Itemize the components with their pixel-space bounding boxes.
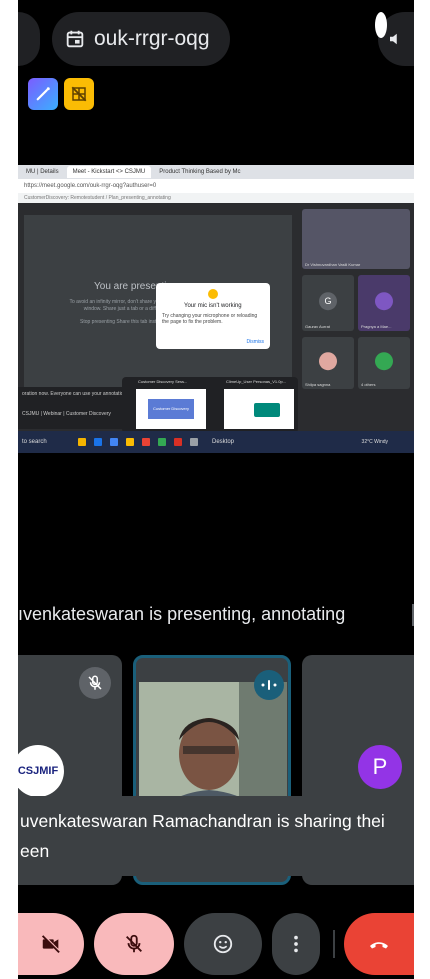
tile-name: 4 others <box>361 382 376 387</box>
effects-button[interactable] <box>28 78 58 110</box>
thumb-title: ClimeUp_User Personas_V1.0p... <box>226 379 287 384</box>
notification-line: een <box>20 841 50 861</box>
shared-participant-tile: Dr Vishnuvardhan Vasili Kumar <box>302 209 410 269</box>
thumb-title: Customer Discovery Sess... <box>138 379 188 384</box>
back-button[interactable] <box>18 12 40 66</box>
browser-tab-active: Meet - Kickstart <> CSJMU <box>66 166 152 178</box>
taskbar-app-icon <box>78 438 86 446</box>
thumb-preview: Customer Discovery <box>136 389 206 429</box>
mic-off-indicator <box>79 667 111 699</box>
emoji-icon <box>213 934 233 954</box>
warning-icon <box>208 289 218 299</box>
banner-edge <box>412 604 414 626</box>
shared-participant-tile: G Gaurav Aurrat <box>302 275 354 331</box>
window-switcher: Customer Discovery Sess... ClimeUp_User … <box>122 377 298 433</box>
calendar-icon <box>66 30 84 48</box>
meeting-code: ouk-rrgr-oqg <box>94 27 210 50</box>
shared-meet-window: You are presenting To avoid an infinity … <box>18 203 414 433</box>
tile-initial <box>375 292 393 311</box>
shared-participant-tile: Pragnya a Mae... <box>358 275 410 331</box>
mic-toggle-button[interactable] <box>94 913 174 975</box>
institution-logo: CSJMIF <box>18 745 64 797</box>
shared-participant-tile: Shilpa sagnna <box>302 337 354 389</box>
shared-screen: MU | Details Meet - Kickstart <> CSJMU P… <box>18 165 414 453</box>
hang-up-icon <box>370 942 388 949</box>
windows-taskbar: to search Desktop 32°C Windy <box>18 431 414 453</box>
thumb-content: Customer Discovery <box>148 399 194 419</box>
meeting-code-chip[interactable]: ouk-rrgr-oqg <box>52 12 230 66</box>
logo-text: CSJMIF <box>18 765 59 777</box>
presenting-banner: ıvenkateswaran is presenting, annotating <box>18 604 346 624</box>
right-border <box>414 0 430 979</box>
tile-name: Pragnya a Mae... <box>361 324 392 329</box>
more-vert-icon <box>294 935 298 953</box>
taskbar-app-icon <box>158 438 166 446</box>
overlay-blob <box>375 12 387 38</box>
taskbar-weather: 32°C Windy <box>361 439 388 445</box>
thumb-preview <box>224 389 294 429</box>
dialog-title: Your mic isn't working <box>184 303 242 309</box>
taskbar-app-icon <box>174 438 182 446</box>
camera-toggle-button[interactable] <box>18 913 84 975</box>
sharing-notification: uvenkateswaran Ramachandran is sharing t… <box>18 796 414 876</box>
magic-wand-icon <box>36 87 50 101</box>
audio-wave-icon <box>261 680 277 690</box>
dialog-dismiss: Dismiss <box>246 339 265 345</box>
speaker-icon <box>390 33 397 45</box>
more-options-button[interactable] <box>272 913 320 975</box>
mic-warning-dialog: Your mic isn't working Try changing your… <box>156 283 270 349</box>
taskbar-app-icon <box>190 438 198 446</box>
thumb-graphic <box>254 403 280 417</box>
end-call-button[interactable] <box>344 913 414 975</box>
speaking-indicator <box>254 670 284 700</box>
browser-tab: MU | Details <box>26 169 59 175</box>
tile-initial: G <box>319 292 337 311</box>
tile-name: Shilpa sagnna <box>305 382 331 387</box>
mic-off-icon <box>88 675 102 690</box>
left-border <box>0 0 18 979</box>
grid-off-icon <box>71 86 87 102</box>
shared-participant-tile: 4 others <box>358 337 410 389</box>
tile-initial <box>375 352 393 371</box>
dialog-message: Try changing your microphone or reloadin… <box>162 313 258 325</box>
taskbar-desktop: Desktop <box>212 439 235 445</box>
tile-name: Gaurav Aurrat <box>305 324 330 329</box>
tile-initial <box>319 352 337 371</box>
browser-url: https://meet.google.com/ouk-rrgr-oqg?aut… <box>18 179 414 193</box>
no-video-effect-button[interactable] <box>64 78 94 110</box>
controls-divider <box>333 930 335 958</box>
notification-line: uvenkateswaran Ramachandran is sharing t… <box>20 811 385 831</box>
taskbar-app-icon <box>94 438 102 446</box>
presenting-buttons: Stop presenting Share this tab instead <box>80 319 165 325</box>
taskbar-app-icon <box>110 438 118 446</box>
browser-tab: Product Thinking Based by Mc <box>159 169 241 175</box>
browser-bookmarks: CustomerDiscovery: Remotestudent / Plan_… <box>18 193 414 203</box>
reactions-button[interactable] <box>184 913 262 975</box>
browser-tab-bar: MU | Details Meet - Kickstart <> CSJMU P… <box>18 165 414 179</box>
taskbar-search: to search <box>22 439 47 445</box>
taskbar-app-icon <box>126 438 134 446</box>
taskbar-app-icon <box>142 438 150 446</box>
tile-name: Dr Vishnuvardhan Vasili Kumar <box>305 262 361 267</box>
camera-off-icon <box>41 934 61 954</box>
avatar: P <box>358 745 402 789</box>
mic-off-icon <box>126 934 142 953</box>
